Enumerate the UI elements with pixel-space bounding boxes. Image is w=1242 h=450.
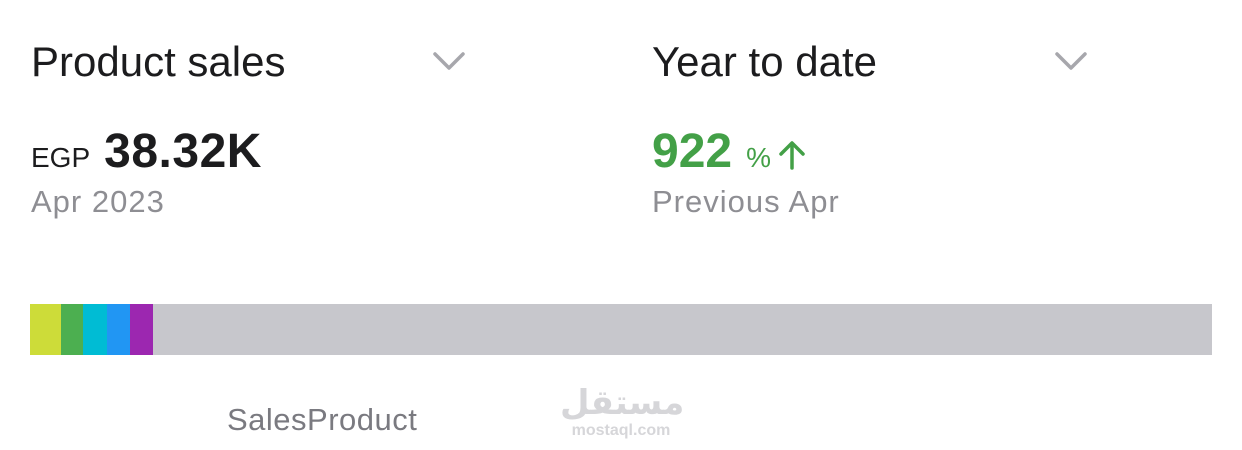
sales-value: EGP 38.32K — [31, 124, 262, 179]
bar-segment-5[interactable] — [130, 304, 153, 355]
legend-label: SalesProduct — [227, 402, 418, 437]
change-value: 922 % — [652, 124, 807, 179]
period-dropdown[interactable]: Year to date — [652, 30, 1088, 94]
metric-dropdown-label: Product sales — [31, 38, 286, 85]
chevron-down-icon — [433, 52, 465, 70]
metric-dropdown[interactable]: Product sales — [31, 30, 466, 94]
period-dropdown-label: Year to date — [652, 38, 877, 85]
arrow-up-icon — [779, 141, 805, 170]
currency-code: EGP — [31, 142, 91, 173]
change-unit: % — [746, 142, 771, 173]
chevron-down-icon — [1055, 52, 1087, 70]
watermark-logo-text: مستقل — [560, 384, 685, 422]
bar-segment-4[interactable] — [106, 304, 131, 355]
sales-amount: 38.32K — [104, 125, 262, 178]
comparison-period-label: Previous Apr — [652, 184, 840, 219]
bar-segment-3[interactable] — [83, 304, 107, 355]
bar-segment-1[interactable] — [30, 304, 61, 355]
watermark-url: mostaql.com — [571, 422, 671, 439]
product-breakdown-bar[interactable] — [30, 304, 1212, 355]
sales-period-label: Apr 2023 — [31, 184, 165, 219]
bar-segment-2[interactable] — [60, 304, 84, 355]
watermark-logo: مستقل mostaql.com — [560, 384, 685, 440]
change-percent: 922 — [652, 125, 733, 178]
